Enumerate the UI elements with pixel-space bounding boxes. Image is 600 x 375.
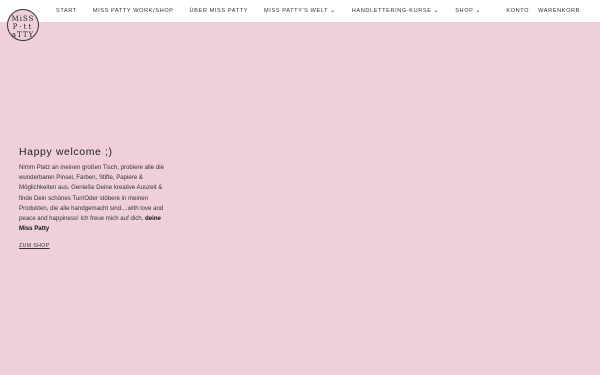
main-nav: START MISS PATTY WORK/SHOP ÜBER MISS PAT… [56, 0, 497, 22]
nav-item-label: HANDLETTERING-KURSE [351, 8, 432, 14]
nav-item-start[interactable]: START [56, 8, 77, 14]
nav-item-label: ÜBER MISS PATTY [189, 8, 249, 14]
account-nav: KONTO WARENKORB [497, 0, 580, 22]
logo-line-2: P·tt [12, 23, 34, 31]
nav-item-label: SHOP [455, 8, 474, 14]
nav-item-label: MISS PATTY'S WELT [264, 8, 329, 14]
nav-item-work-shop[interactable]: MISS PATTY WORK/SHOP [93, 8, 174, 14]
chevron-down-icon: ⌄ [330, 8, 336, 14]
hero-title: Happy welcome ;) [19, 146, 113, 158]
nav-item-label: START [56, 8, 77, 14]
account-link[interactable]: KONTO [506, 8, 529, 14]
hero-body-text: Nimm Platz an meinen großen Tisch, probi… [19, 164, 164, 223]
chevron-down-icon: ⌄ [475, 8, 482, 14]
logo-line-1: MiSS [11, 15, 35, 23]
miss-patty-logo[interactable]: MiSS P·tt aTTY [7, 9, 39, 41]
chevron-down-icon: ⌄ [433, 8, 440, 14]
nav-item-ueber-miss-patty[interactable]: ÜBER MISS PATTY [190, 8, 249, 14]
zum-shop-link[interactable]: ZUM SHOP [19, 243, 50, 249]
nav-item-miss-pattys-welt[interactable]: MISS PATTY'S WELT ⌄ [264, 8, 336, 14]
nav-item-label: MISS PATTY WORK/SHOP [92, 8, 174, 14]
nav-item-handlettering-kurse[interactable]: HANDLETTERING-KURSE ⌄ [352, 8, 439, 14]
hero-body: Nimm Platz an meinen großen Tisch, probi… [19, 163, 169, 234]
logo-line-3: aTTY [11, 31, 35, 39]
hero-section: Happy welcome ;) Nimm Platz an meinen gr… [19, 146, 169, 252]
cart-link[interactable]: WARENKORB [538, 8, 580, 14]
nav-item-shop[interactable]: SHOP ⌄ [455, 8, 481, 14]
